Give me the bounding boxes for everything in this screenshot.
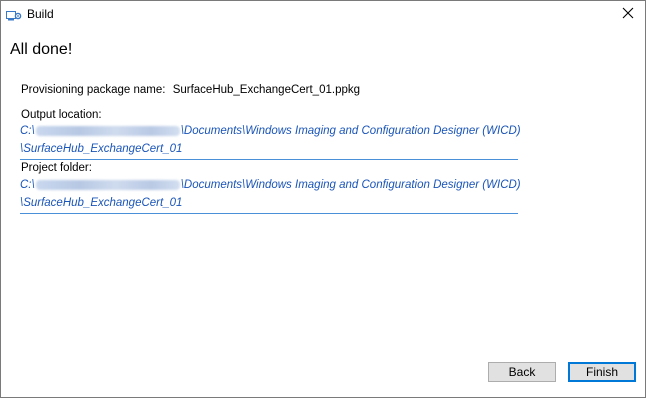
package-name-value: SurfaceHub_ExchangeCert_01.ppkg (172, 84, 361, 96)
close-icon (622, 6, 634, 24)
redacted-username (35, 179, 180, 190)
project-folder-label: Project folder: (21, 162, 92, 174)
redacted-username (35, 125, 180, 136)
project-folder-path-line2: \SurfaceHub_ExchangeCert_01 (20, 197, 183, 209)
close-button[interactable] (615, 3, 641, 27)
build-dialog: Build All done! Provisioning package nam… (0, 0, 646, 398)
output-location-path-line2: \SurfaceHub_ExchangeCert_01 (20, 143, 183, 155)
output-location-label: Output location: (21, 109, 102, 121)
project-folder-link[interactable]: C:\ \Documents\Windows Imaging and Config… (20, 176, 521, 214)
project-folder-path-line1: C:\ \Documents\Windows Imaging and Config… (20, 179, 521, 191)
back-button[interactable]: Back (488, 362, 556, 382)
title-bar: Build (1, 1, 645, 29)
package-name-row: Provisioning package name: SurfaceHub_Ex… (21, 84, 360, 96)
package-name-label: Provisioning package name: (21, 84, 166, 96)
window-title: Build (27, 7, 54, 21)
output-location-path-line1: C:\ \Documents\Windows Imaging and Config… (20, 125, 521, 137)
finish-button[interactable]: Finish (568, 362, 636, 382)
output-location-link[interactable]: C:\ \Documents\Windows Imaging and Config… (20, 122, 521, 160)
page-heading: All done! (10, 41, 73, 58)
build-gear-icon (6, 9, 22, 21)
